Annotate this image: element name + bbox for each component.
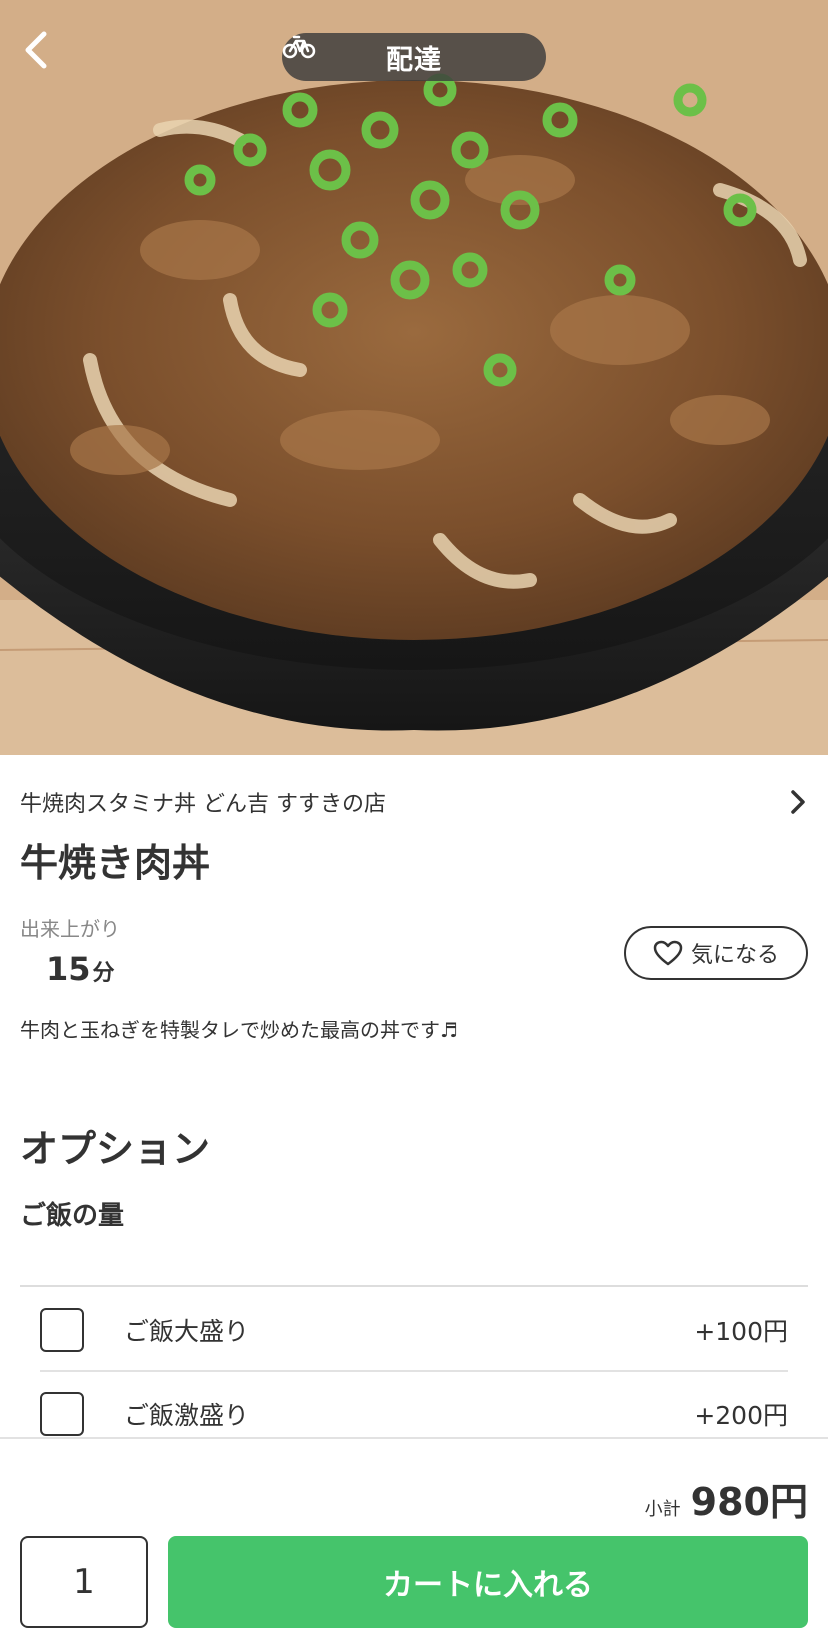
ready-time: 15 分 xyxy=(46,950,115,988)
favorite-label: 気になる xyxy=(690,943,779,968)
bicycle-icon xyxy=(282,35,316,59)
option-name: ご飯激盛り xyxy=(124,1401,250,1430)
favorite-button[interactable]: 気になる xyxy=(624,926,808,980)
chevron-right-icon xyxy=(791,790,805,814)
quantity-selector[interactable]: 1 xyxy=(20,1536,148,1628)
ready-time-unit: 分 xyxy=(92,961,115,986)
ready-time-label: 出来上がり xyxy=(20,917,120,941)
option-group-title: ご飯の量 xyxy=(20,1201,125,1231)
delivery-mode-label: 配達 xyxy=(386,44,442,76)
option-checkbox[interactable] xyxy=(40,1308,84,1352)
subtotal: 小計 980円 xyxy=(645,1471,808,1526)
back-button[interactable] xyxy=(22,30,66,86)
ready-time-value: 15 xyxy=(46,950,91,988)
option-name: ご飯大盛り xyxy=(124,1317,250,1346)
shop-name: 牛焼肉スタミナ丼 どん吉 すすきの店 xyxy=(20,792,386,817)
subtotal-label: 小計 xyxy=(644,1499,681,1520)
item-description: 牛肉と玉ねぎを特製タレで炒めた最高の丼です♬ xyxy=(20,1018,458,1042)
delivery-mode-badge[interactable]: 配達 xyxy=(282,33,546,81)
option-row-large-rice[interactable]: ご飯大盛り +100円 xyxy=(40,1290,788,1370)
option-price: +100円 xyxy=(694,1317,788,1346)
heart-icon xyxy=(653,940,683,966)
options-heading: オプション xyxy=(20,1127,211,1171)
option-checkbox[interactable] xyxy=(40,1392,84,1436)
divider xyxy=(40,1370,788,1372)
cart-footer: 小計 980円 1 カートに入れる xyxy=(0,1437,828,1641)
gyudon-illustration xyxy=(0,0,828,755)
option-price: +200円 xyxy=(694,1401,788,1430)
chevron-left-icon xyxy=(25,31,47,69)
subtotal-amount: 980円 xyxy=(690,1480,808,1524)
shop-link[interactable]: 牛焼肉スタミナ丼 どん吉 すすきの店 xyxy=(20,782,808,822)
add-to-cart-button[interactable]: カートに入れる xyxy=(168,1536,808,1628)
divider xyxy=(20,1285,808,1287)
item-title: 牛焼き肉丼 xyxy=(20,841,211,885)
hero-image: 配達 xyxy=(0,0,828,755)
